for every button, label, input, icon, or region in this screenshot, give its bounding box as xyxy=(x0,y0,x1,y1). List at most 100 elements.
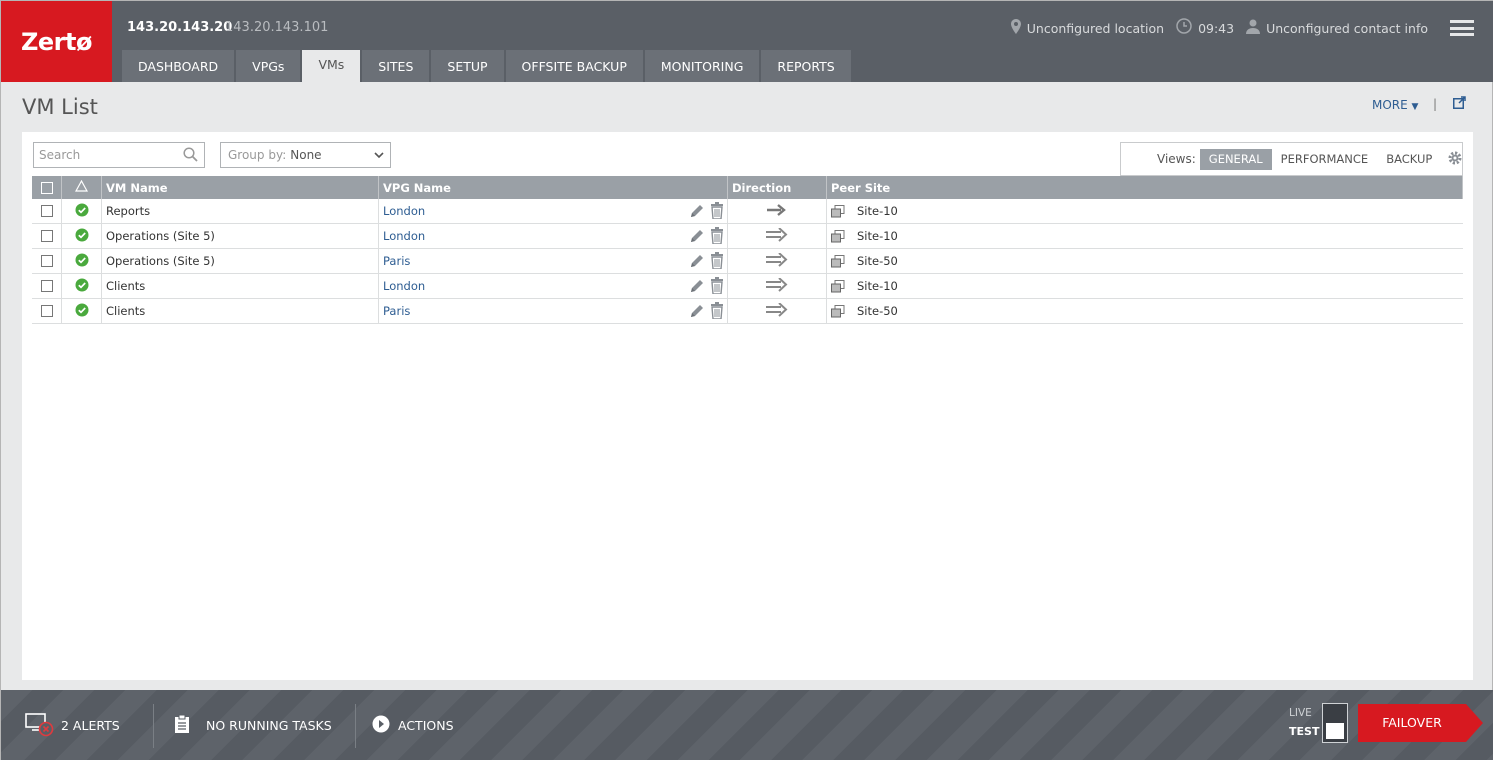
direction-cell xyxy=(728,249,827,273)
failover-button[interactable]: FAILOVER xyxy=(1358,704,1483,742)
view-general-button[interactable]: GENERAL xyxy=(1199,148,1272,170)
vm-name-cell: Reports xyxy=(102,199,379,223)
tab-vpgs[interactable]: VPGs xyxy=(236,50,301,82)
view-backup-button[interactable]: BACKUP xyxy=(1377,149,1441,170)
map-pin-icon xyxy=(1010,18,1021,38)
column-peer-site[interactable]: Peer Site xyxy=(827,176,1463,199)
tab-offsite-backup[interactable]: OFFSITE BACKUP xyxy=(505,50,643,82)
site-copy-icon xyxy=(831,229,845,243)
vm-list-panel: Search Group by: None Views: GENERAL PER… xyxy=(22,132,1473,680)
delete-trash-icon[interactable] xyxy=(710,202,724,222)
row-actions xyxy=(689,302,724,322)
gear-icon[interactable] xyxy=(1447,150,1463,169)
double-direction-arrow-icon xyxy=(766,301,788,320)
status-ok-icon xyxy=(75,278,89,295)
vm-name[interactable]: Reports xyxy=(106,204,150,218)
actions-button[interactable]: ACTIONS xyxy=(372,690,454,760)
group-by-select[interactable]: Group by: None xyxy=(220,142,391,168)
vm-name[interactable]: Clients xyxy=(106,279,145,293)
tab-reports[interactable]: REPORTS xyxy=(761,50,851,82)
direction-cell xyxy=(728,199,827,223)
group-by-label: Group by: xyxy=(228,148,287,162)
footer-divider xyxy=(355,704,356,748)
hamburger-menu-icon[interactable] xyxy=(1450,20,1474,36)
delete-trash-icon[interactable] xyxy=(710,302,724,322)
vpg-name-link[interactable]: London xyxy=(383,229,425,243)
column-vm-name[interactable]: VM Name xyxy=(102,176,379,199)
tasks-status: NO RUNNING TASKS xyxy=(206,718,332,733)
row-checkbox[interactable] xyxy=(40,205,53,217)
row-status-cell xyxy=(62,249,102,273)
edit-pencil-icon[interactable] xyxy=(689,252,704,272)
edit-pencil-icon[interactable] xyxy=(689,202,704,222)
table-row[interactable]: Clients London Site-10 xyxy=(32,274,1463,299)
edit-pencil-icon[interactable] xyxy=(689,227,704,247)
delete-trash-icon[interactable] xyxy=(710,277,724,297)
row-select-cell xyxy=(32,199,62,223)
table-row[interactable]: Reports London Site-10 xyxy=(32,199,1463,224)
location-item[interactable]: Unconfigured location xyxy=(1010,18,1164,38)
direction-cell xyxy=(728,274,827,298)
vpg-name-link[interactable]: London xyxy=(383,279,425,293)
row-status-cell xyxy=(62,274,102,298)
vm-table: VM Name VPG Name Direction Peer Site Rep… xyxy=(32,176,1463,324)
tab-setup[interactable]: SETUP xyxy=(431,50,504,82)
zerto-logo[interactable]: Zertø xyxy=(1,1,112,82)
contact-item[interactable]: Unconfigured contact info xyxy=(1246,19,1428,38)
alerts-button[interactable]: 2 ALERTS xyxy=(25,690,120,760)
vm-name[interactable]: Operations (Site 5) xyxy=(106,254,215,268)
more-label: MORE xyxy=(1372,98,1408,112)
view-performance-button[interactable]: PERFORMANCE xyxy=(1272,149,1378,170)
tab-vms[interactable]: VMs xyxy=(302,50,361,82)
delete-trash-icon[interactable] xyxy=(710,252,724,272)
table-row[interactable]: Clients Paris Site-50 xyxy=(32,299,1463,324)
select-all-cell xyxy=(32,176,62,199)
external-link-icon[interactable] xyxy=(1453,96,1467,110)
vm-name-cell: Clients xyxy=(102,299,379,323)
peer-site-name: Site-50 xyxy=(857,304,898,318)
edit-pencil-icon[interactable] xyxy=(689,277,704,297)
row-checkbox[interactable] xyxy=(40,280,53,292)
site-copy-icon xyxy=(831,279,845,293)
status-ok-icon xyxy=(75,203,89,220)
vm-name[interactable]: Clients xyxy=(106,304,145,318)
vpg-name-link[interactable]: London xyxy=(383,204,425,218)
vpg-name-link[interactable]: Paris xyxy=(383,304,410,318)
vm-name[interactable]: Operations (Site 5) xyxy=(106,229,215,243)
row-checkbox[interactable] xyxy=(40,255,53,267)
peer-site-cell: Site-10 xyxy=(827,224,1463,248)
site-ip-secondary[interactable]: 143.20.143.101 xyxy=(225,20,328,35)
tasks-button[interactable]: NO RUNNING TASKS xyxy=(174,690,332,760)
search-placeholder: Search xyxy=(39,148,81,162)
tab-monitoring[interactable]: MONITORING xyxy=(644,50,760,82)
edit-pencil-icon[interactable] xyxy=(689,302,704,322)
caret-down-icon: ▼ xyxy=(1411,102,1419,112)
vpg-name-cell: Paris xyxy=(379,249,728,273)
row-checkbox[interactable] xyxy=(40,230,53,242)
vpg-name-link[interactable]: Paris xyxy=(383,254,410,268)
alerts-count: 2 ALERTS xyxy=(61,718,120,733)
column-vpg-name[interactable]: VPG Name xyxy=(379,176,728,199)
search-input[interactable]: Search xyxy=(33,142,205,168)
tab-dashboard[interactable]: DASHBOARD xyxy=(122,50,235,82)
column-direction[interactable]: Direction xyxy=(728,176,827,199)
clipboard-icon xyxy=(174,714,190,737)
vm-name-cell: Operations (Site 5) xyxy=(102,249,379,273)
row-actions xyxy=(689,202,724,222)
select-all-checkbox[interactable] xyxy=(40,181,53,194)
play-circle-icon xyxy=(372,715,390,736)
vm-name-cell: Operations (Site 5) xyxy=(102,224,379,248)
tab-sites[interactable]: SITES xyxy=(362,50,430,82)
delete-trash-icon[interactable] xyxy=(710,227,724,247)
table-row[interactable]: Operations (Site 5) Paris Site-50 xyxy=(32,249,1463,274)
views-switcher: Views: GENERAL PERFORMANCE BACKUP xyxy=(1120,142,1463,176)
vpg-name-cell: Paris xyxy=(379,299,728,323)
live-test-toggle[interactable] xyxy=(1322,703,1348,743)
site-copy-icon xyxy=(831,304,845,318)
table-row[interactable]: Operations (Site 5) London Site-10 xyxy=(32,224,1463,249)
row-checkbox[interactable] xyxy=(40,305,53,317)
double-direction-arrow-icon xyxy=(766,226,788,245)
more-menu-button[interactable]: MORE ▼ xyxy=(1372,98,1418,112)
bottom-status-bar: 2 ALERTS NO RUNNING TASKS ACTIONS LIVE T… xyxy=(1,690,1493,760)
status-column-header[interactable] xyxy=(62,176,102,199)
